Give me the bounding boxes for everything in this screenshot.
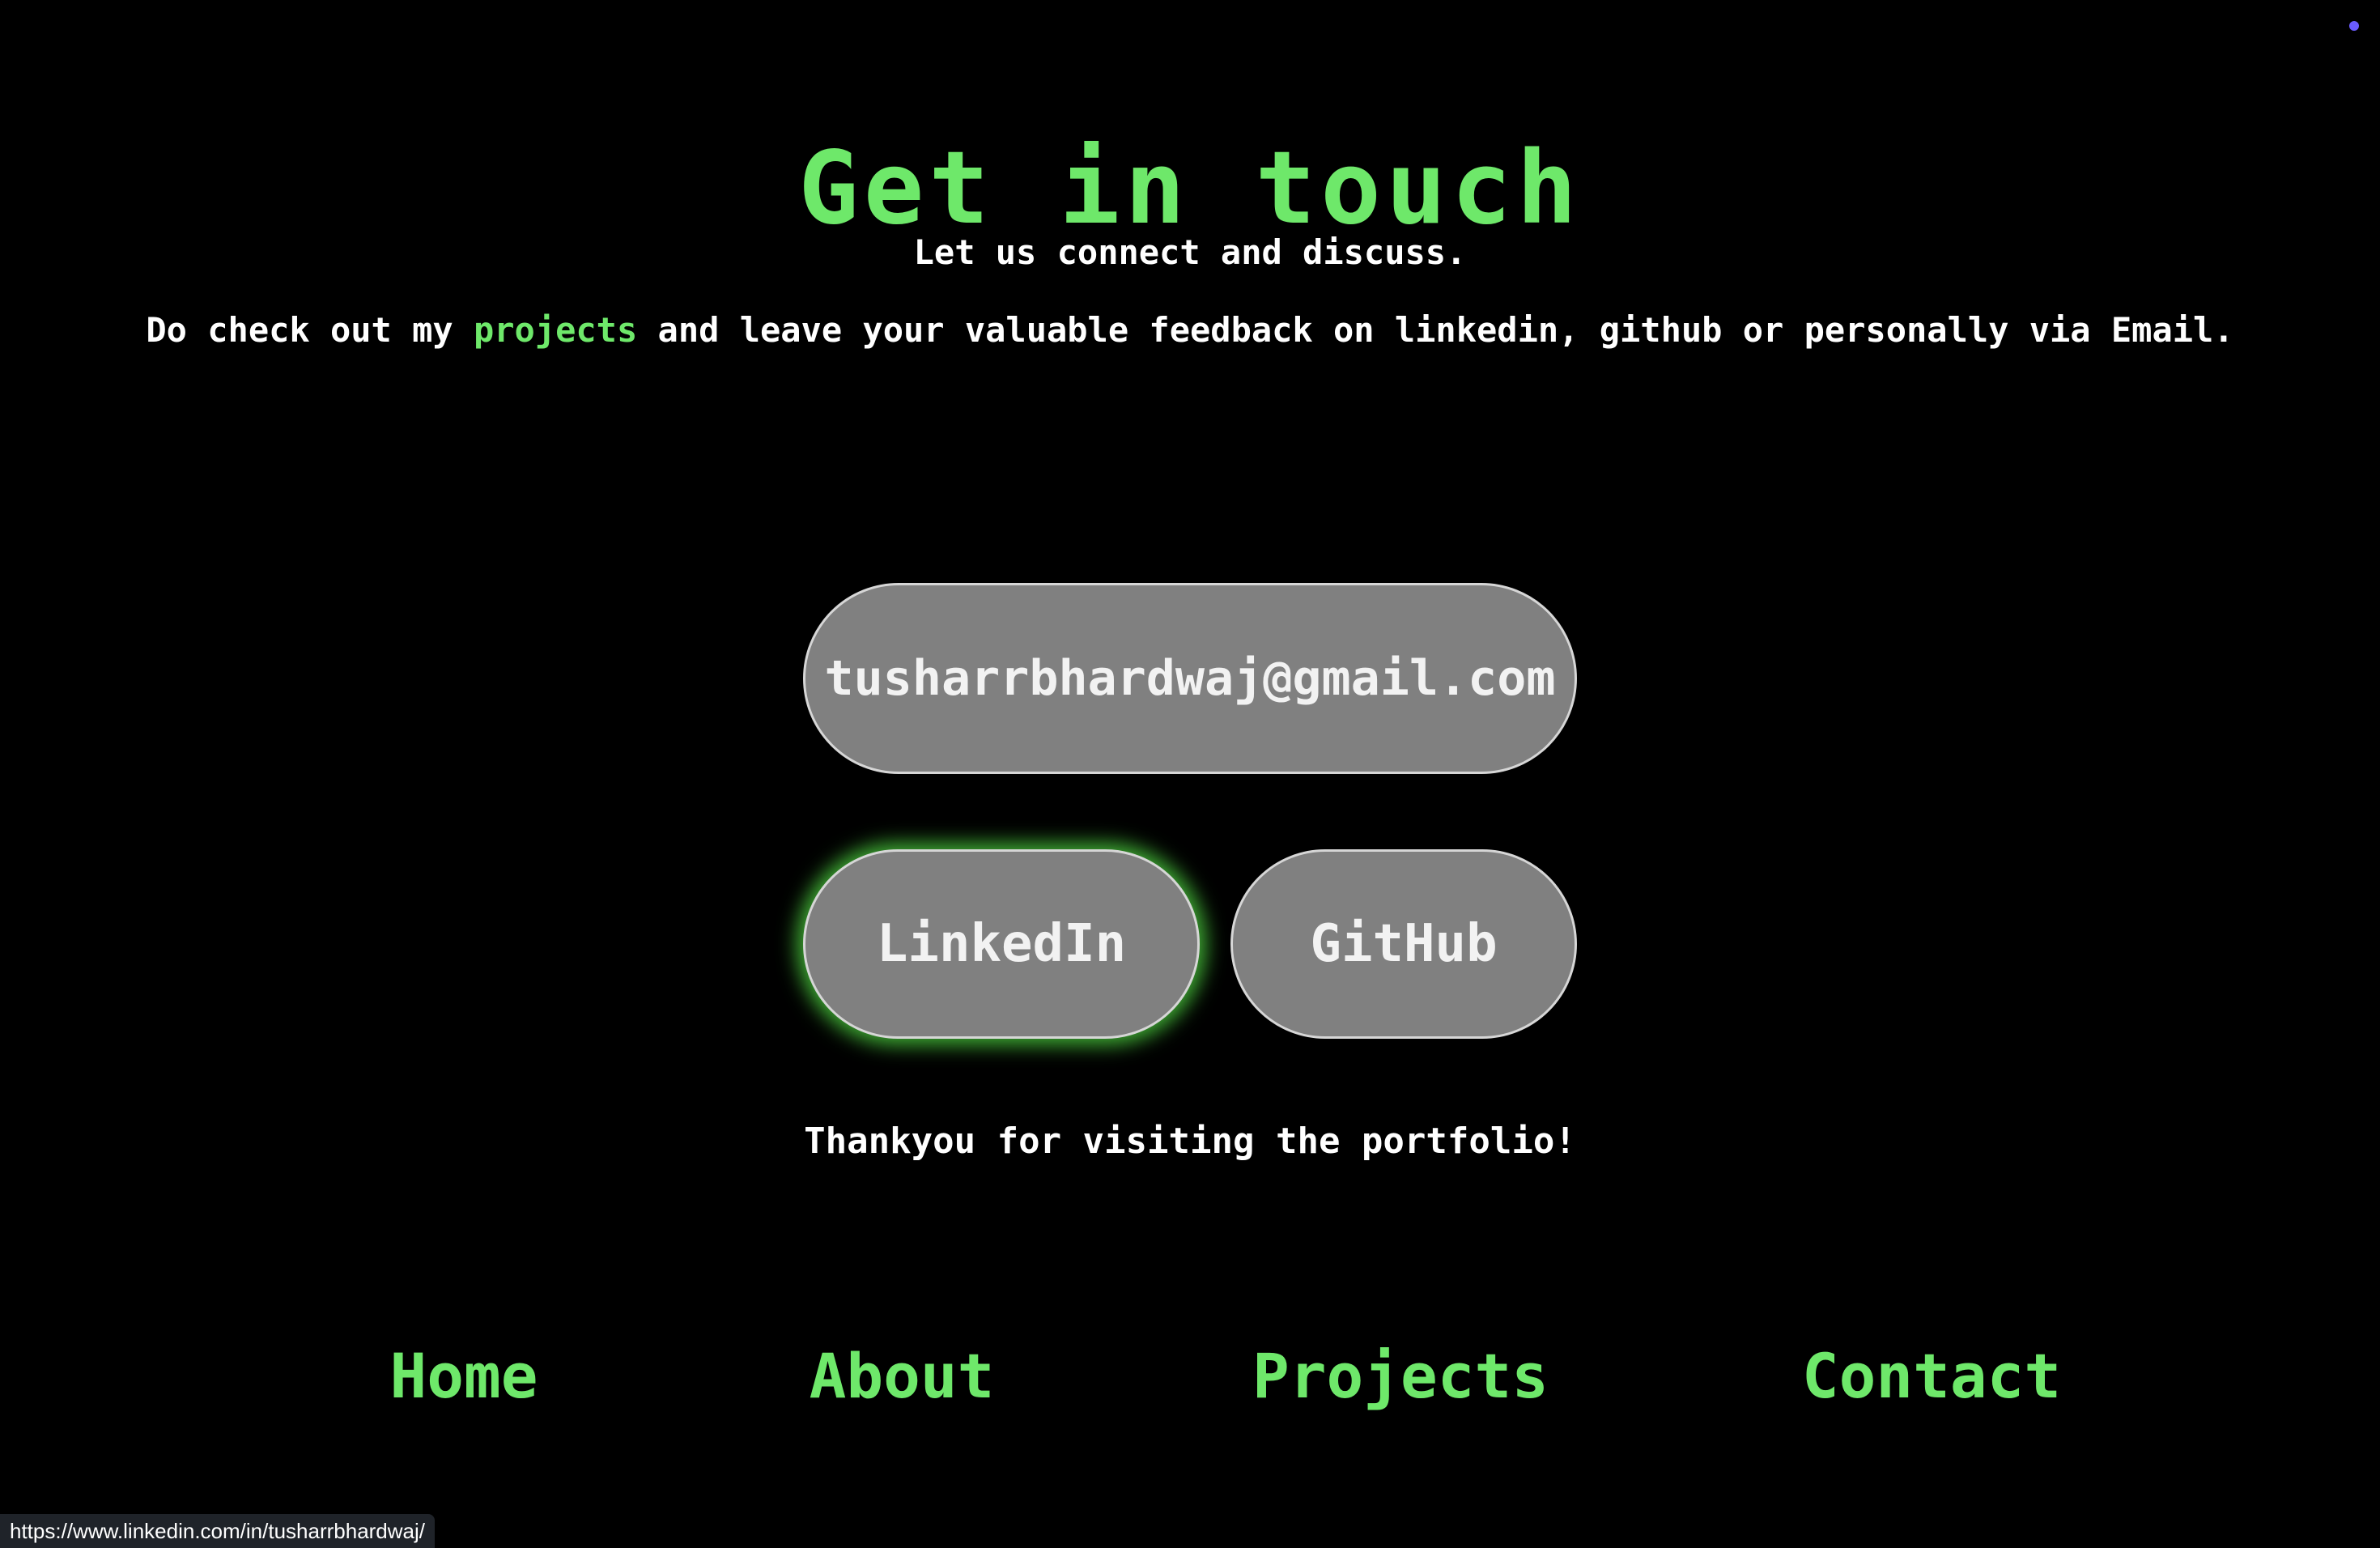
github-button[interactable]: GitHub [1230, 849, 1577, 1039]
nav-item-about[interactable]: About [810, 1336, 995, 1417]
github-button-label: GitHub [1310, 914, 1498, 974]
linkedin-button[interactable]: LinkedIn [803, 849, 1200, 1039]
linkedin-button-label: LinkedIn [876, 914, 1127, 974]
page-subtitle: Let us connect and discuss. [913, 232, 1467, 272]
status-bar-url: https://www.linkedin.com/in/tusharrbhard… [0, 1514, 436, 1548]
footer-nav: Home About Projects Contact [0, 1336, 2380, 1417]
email-button-label: tusharrbhardwaj@gmail.com [824, 650, 1556, 707]
page-description: Do check out my projects and leave your … [0, 308, 2380, 353]
description-text-after: and leave your valuable feedback on link… [637, 310, 2234, 350]
projects-link[interactable]: projects [474, 310, 637, 350]
description-text-before: Do check out my [146, 310, 474, 350]
email-button[interactable]: tusharrbhardwaj@gmail.com [803, 583, 1577, 774]
thanks-message: Thankyou for visiting the portfolio! [804, 1121, 1576, 1162]
nav-item-home[interactable]: Home [389, 1336, 538, 1417]
nav-item-projects[interactable]: Projects [1252, 1336, 1549, 1417]
page-title: Get in touch [798, 130, 1582, 248]
indicator-dot [2349, 21, 2359, 31]
nav-item-contact[interactable]: Contact [1802, 1336, 2061, 1417]
